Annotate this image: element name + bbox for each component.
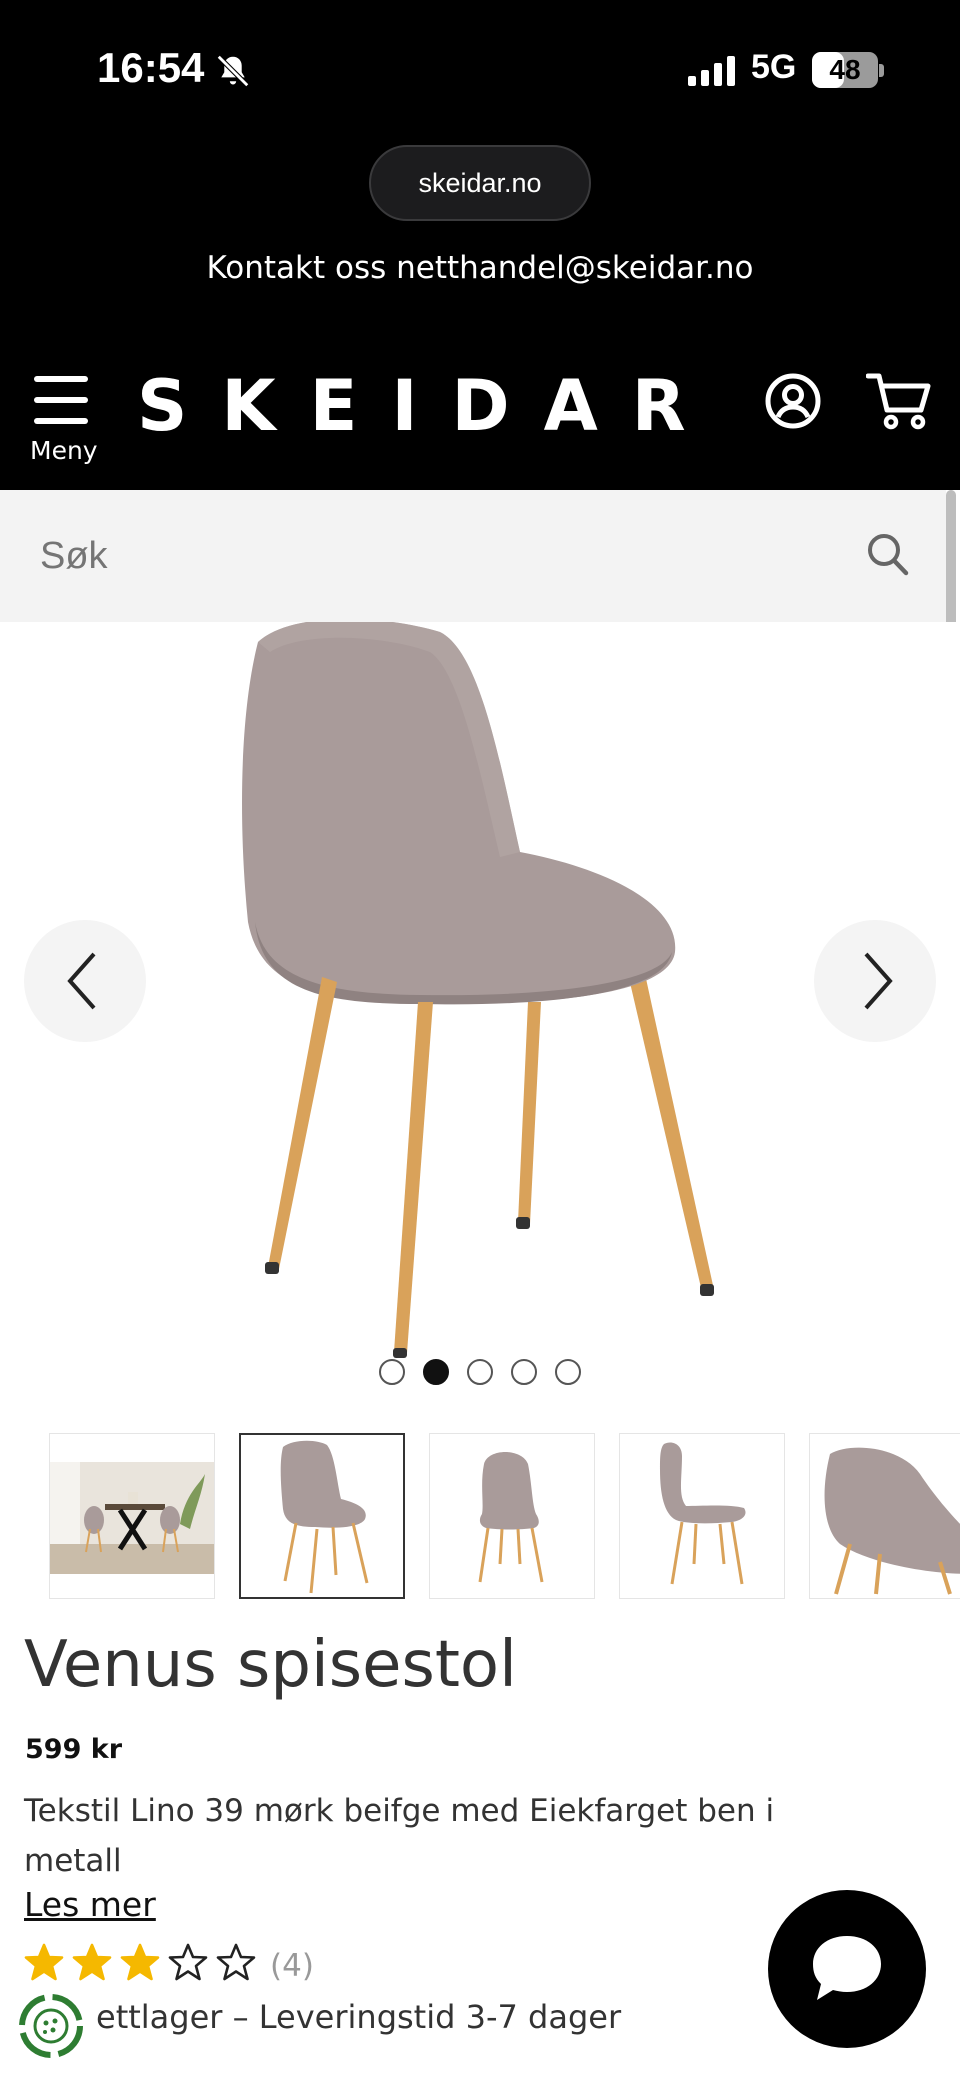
chair-front-image <box>478 1452 544 1583</box>
contact-banner[interactable]: Kontakt oss netthandel@skeidar.no <box>0 250 960 286</box>
gallery-next-button[interactable] <box>814 920 936 1042</box>
chevron-left-icon <box>67 952 96 1010</box>
menu-icon[interactable] <box>34 376 88 424</box>
browser-url-bar[interactable]: skeidar.no <box>369 145 591 221</box>
star-empty-icon <box>216 1943 256 1981</box>
product-title: Venus spisestol <box>24 1628 517 1702</box>
gallery-dot[interactable] <box>379 1359 405 1385</box>
menu-label[interactable]: Meny <box>30 436 98 465</box>
site-logo[interactable]: SKEIDAR <box>137 365 720 447</box>
gallery-prev-button[interactable] <box>24 920 146 1042</box>
gallery-dot[interactable] <box>555 1359 581 1385</box>
gallery-dot[interactable] <box>511 1359 537 1385</box>
star-filled-icon <box>72 1943 112 1981</box>
signal-icon <box>688 56 735 86</box>
room-scene-image <box>50 1462 214 1574</box>
network-type: 5G <box>751 48 797 86</box>
thumbnail-chair-front[interactable] <box>429 1433 595 1599</box>
thumbnail-room-scene[interactable] <box>49 1433 215 1599</box>
chair-front-angle-image <box>280 1440 369 1594</box>
chair-side-image <box>660 1442 746 1585</box>
product-description: Tekstil Lino 39 mørk beifge med Eiekfarg… <box>24 1793 775 1879</box>
battery-level: 48 <box>829 54 861 85</box>
search-bar <box>0 490 946 622</box>
thumbnail-chair-side[interactable] <box>619 1433 785 1599</box>
chat-bubble-icon <box>813 1936 881 2000</box>
chevron-right-icon <box>864 952 893 1010</box>
review-count[interactable]: (4) <box>270 1948 314 1984</box>
chair-closeup-image <box>824 1447 960 1595</box>
thumbnail-chair-closeup[interactable] <box>809 1433 960 1599</box>
star-filled-icon <box>120 1943 160 1981</box>
battery-cap <box>879 64 884 77</box>
stock-status: ettlager – Leveringstid 3-7 dager <box>96 1998 622 2036</box>
gallery-dot-active[interactable] <box>423 1359 449 1385</box>
gallery-dot[interactable] <box>467 1359 493 1385</box>
battery-icon: 48 <box>812 52 878 88</box>
product-price: 599 kr <box>25 1734 123 1765</box>
cart-icon[interactable] <box>866 370 932 432</box>
read-more-link[interactable]: Les mer <box>24 1885 156 1924</box>
bell-muted-icon <box>216 54 250 88</box>
star-filled-icon <box>24 1943 64 1981</box>
thumbnail-chair-front-angle[interactable] <box>239 1433 405 1599</box>
account-icon[interactable] <box>764 372 822 430</box>
status-time: 16:54 <box>97 44 205 91</box>
star-empty-icon <box>168 1943 208 1981</box>
search-icon[interactable] <box>866 532 910 578</box>
chat-button[interactable] <box>768 1890 926 2048</box>
status-bar: 16:54 5G 48 <box>0 0 960 140</box>
eco-badge-icon[interactable] <box>15 1990 87 2062</box>
search-input[interactable] <box>40 520 840 592</box>
